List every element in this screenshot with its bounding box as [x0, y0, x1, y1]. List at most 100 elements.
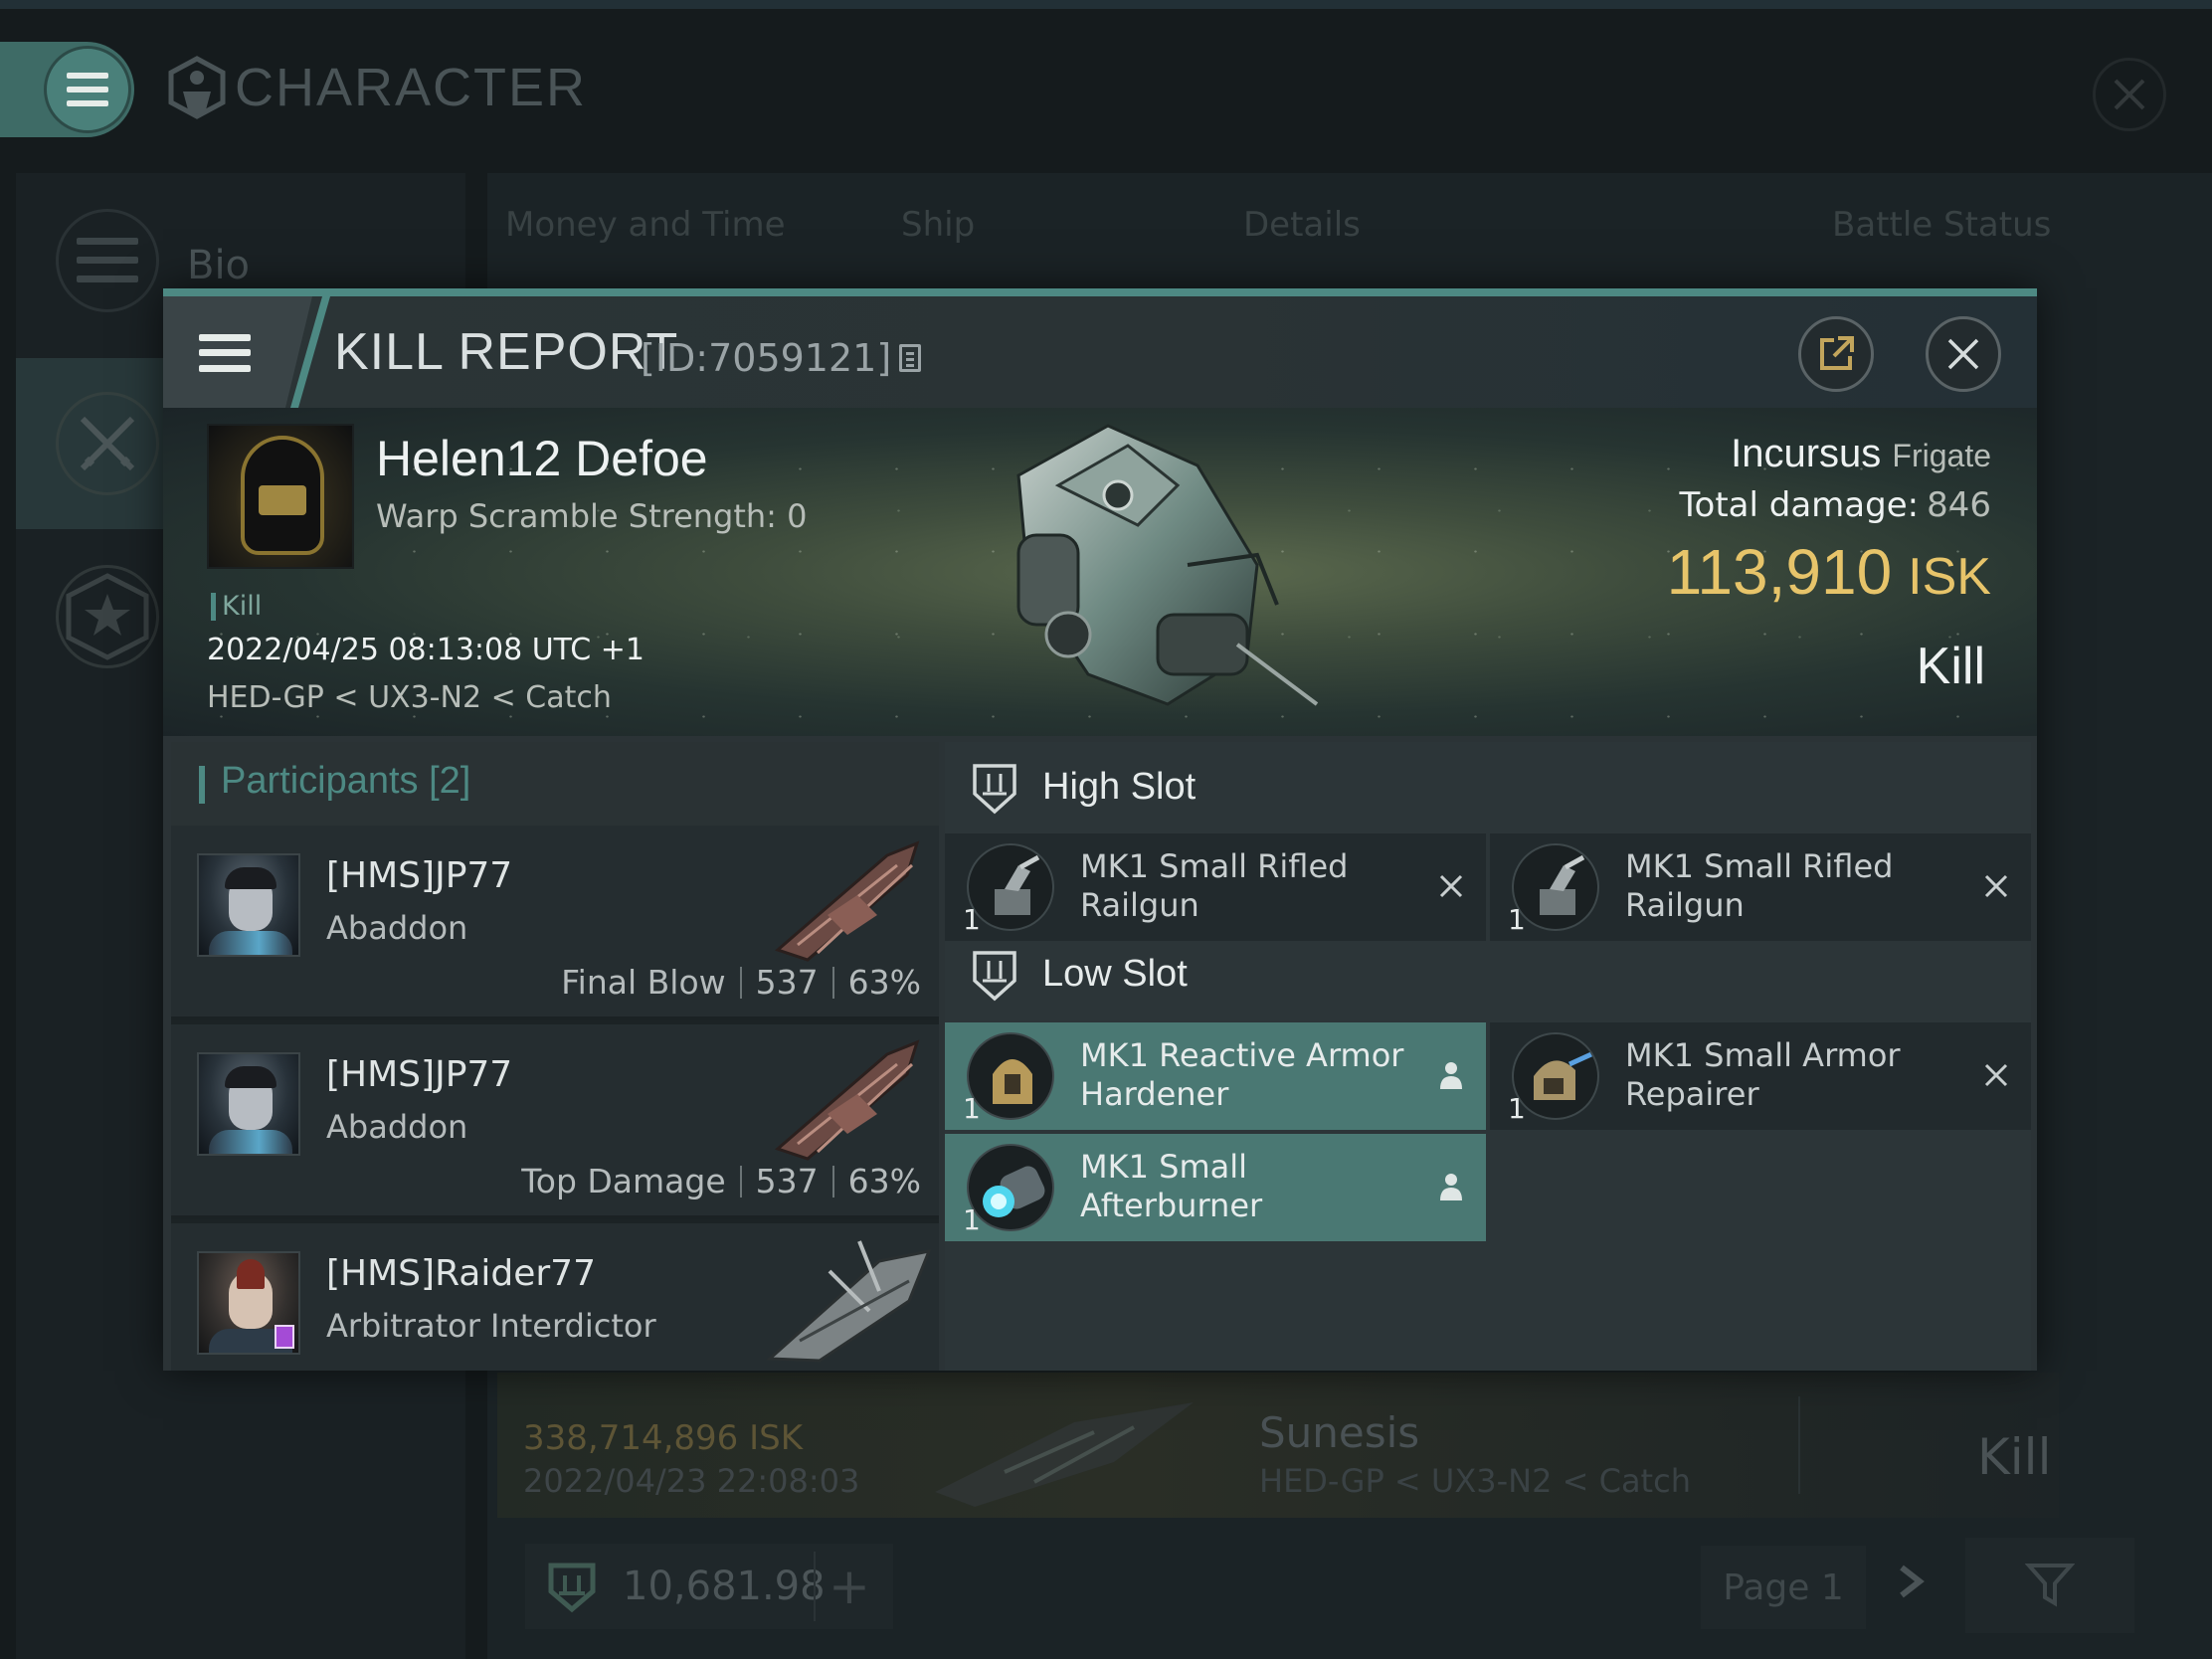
kill-datetime: 2022/04/25 08:13:08 UTC +1 — [207, 633, 645, 667]
tab-details[interactable]: Details — [1243, 205, 1361, 245]
module-slot[interactable]: 1 MK1 Small Afterburner — [945, 1134, 1486, 1241]
page-title-text: CHARACTER — [235, 58, 588, 117]
participant-row[interactable]: [HMS]Raider77 Arbitrator Interdictor — [171, 1223, 939, 1371]
participant-ship-image — [766, 1240, 932, 1363]
kill-report-id-text: [ID:7059121] — [641, 336, 892, 380]
module-name: MK1 Small Afterburner — [1080, 1148, 1263, 1224]
kill-row-ship: Sunesis — [1259, 1408, 1420, 1457]
participant-ship: Arbitrator Interdictor — [326, 1307, 656, 1345]
isk-unit: ISK — [1908, 548, 1991, 606]
kill-report-dialog: KILL REPORT [ID:7059121] Helen12 Defoe W… — [163, 288, 2037, 1371]
participant-name: [HMS]JP77 — [326, 1054, 513, 1095]
dropped-person-icon — [1434, 1170, 1468, 1203]
participants-header: Participants [2] — [171, 742, 939, 826]
module-name: MK1 Small Armor Repairer — [1625, 1036, 1901, 1113]
participant-row[interactable]: [HMS]JP77 Abaddon Final Blow 537 63% — [171, 826, 939, 1020]
page-title: CHARACTER — [167, 56, 588, 119]
divider — [1798, 1396, 1800, 1494]
module-name: MK1 Small Rifled Railgun — [1080, 847, 1349, 924]
victim-portrait[interactable] — [207, 424, 354, 569]
kill-row-result: Kill — [1977, 1428, 2052, 1486]
dropped-person-icon — [1434, 1058, 1468, 1092]
victim-ship: Incursus Frigate — [1731, 432, 1991, 476]
fitting-panel: High Slot 1 MK1 Small Rifled Railgun 1 M… — [945, 742, 2031, 1371]
participant-portrait[interactable] — [197, 1251, 300, 1355]
high-slot-icon — [973, 764, 1016, 815]
filter-button[interactable] — [1965, 1538, 2134, 1633]
kill-report-id[interactable]: [ID:7059121] — [641, 336, 922, 380]
victim-name[interactable]: Helen12 Defoe — [376, 430, 708, 487]
participant-ship: Abaddon — [326, 909, 468, 947]
module-slot[interactable]: 1 MK1 Small Armor Repairer — [1490, 1022, 2031, 1130]
tab-battle-status[interactable]: Battle Status — [1832, 205, 2051, 245]
character-icon — [168, 56, 226, 119]
kill-report-menu-button[interactable] — [163, 296, 312, 408]
low-slot-header: Low Slot — [945, 929, 2031, 1022]
close-icon — [2114, 79, 2145, 110]
hamburger-icon — [199, 334, 251, 372]
total-damage-label: Total damage: — [1679, 485, 1920, 525]
kill-row-ship-image — [935, 1402, 1194, 1507]
low-slot-icon — [973, 951, 1016, 1002]
tab-ship[interactable]: Ship — [901, 205, 975, 245]
bio-icon — [56, 209, 159, 312]
victim-ship-class: Frigate — [1892, 438, 1991, 473]
victim-banner: Helen12 Defoe Warp Scramble Strength: 0 … — [163, 408, 2037, 736]
high-slot-header: High Slot — [945, 742, 2031, 835]
high-slot-label: High Slot — [1042, 766, 1197, 808]
module-slot[interactable]: 1 MK1 Reactive Armor Hardener — [945, 1022, 1486, 1130]
kill-list-row[interactable]: 338,714,896 ISK 2022/04/23 22:08:03 Sune… — [497, 1373, 2059, 1518]
participant-role: Final Blow — [561, 963, 726, 1002]
kill-row-isk: 338,714,896 ISK — [523, 1418, 804, 1458]
module-slot[interactable]: 1 MK1 Small Rifled Railgun — [1490, 833, 2031, 941]
module-name: MK1 Small Rifled Railgun — [1625, 847, 1894, 924]
main-menu-circle — [44, 46, 131, 133]
victim-ship-name: Incursus — [1731, 432, 1882, 475]
wallet-balance: 10,681.98 + — [525, 1544, 893, 1629]
module-slot[interactable]: 1 MK1 Small Rifled Railgun — [945, 833, 1486, 941]
add-funds-button[interactable]: + — [814, 1552, 883, 1621]
isk-value: 113,910 ISK — [1667, 535, 1991, 609]
top-strip — [0, 0, 2212, 9]
participant-stats: Top Damage 537 63% — [521, 1162, 921, 1200]
participant-percent: 63% — [847, 963, 921, 1002]
main-menu-button[interactable] — [0, 42, 134, 137]
chevron-right-icon[interactable] — [1896, 1562, 1926, 1601]
participant-stats: Final Blow 537 63% — [561, 963, 921, 1002]
module-quantity: 1 — [963, 1092, 981, 1125]
module-name: MK1 Reactive Armor Hardener — [1080, 1036, 1404, 1113]
kill-location: HED-GP < UX3-N2 < Catch — [207, 680, 612, 715]
kill-row-location: HED-GP < UX3-N2 < Catch — [1259, 1462, 1691, 1500]
low-slot-label: Low Slot — [1042, 953, 1188, 995]
participant-name: [HMS]Raider77 — [326, 1253, 596, 1294]
participant-damage: 537 — [755, 1162, 819, 1200]
participant-ship: Abaddon — [326, 1108, 468, 1146]
participant-portrait[interactable] — [197, 1052, 300, 1156]
faction-badge — [275, 1325, 294, 1349]
tab-bar: Money and Time Ship Details Battle Statu… — [487, 189, 2212, 261]
close-button[interactable] — [1926, 316, 2001, 392]
isk-shield-icon — [548, 1563, 596, 1613]
crossed-swords-icon — [56, 392, 159, 495]
module-quantity: 1 — [963, 1203, 981, 1236]
participants-count: [2] — [429, 760, 471, 802]
destroyed-x-icon — [1434, 869, 1468, 903]
kill-report-header: KILL REPORT [ID:7059121] — [163, 296, 2037, 408]
close-icon — [1947, 338, 1979, 370]
participant-role: Top Damage — [521, 1162, 726, 1200]
participant-row[interactable]: [HMS]JP77 Abaddon Top Damage 537 63% — [171, 1024, 939, 1219]
kill-report-title: KILL REPORT — [334, 323, 679, 381]
sidebar-item-label: Bio — [187, 243, 251, 288]
copy-icon[interactable] — [899, 344, 922, 372]
participants-panel: Participants [2] [HMS]JP77 Abaddon Final… — [171, 742, 939, 1371]
warp-scramble-strength: Warp Scramble Strength: 0 — [376, 497, 808, 535]
share-button[interactable] — [1798, 316, 1874, 392]
tab-money-and-time[interactable]: Money and Time — [505, 205, 786, 245]
total-damage-value: 846 — [1927, 485, 1991, 525]
participant-percent: 63% — [847, 1162, 921, 1200]
filter-icon — [2025, 1564, 2075, 1607]
page-close-button[interactable] — [2093, 58, 2166, 131]
participant-portrait[interactable] — [197, 853, 300, 957]
share-icon — [1820, 336, 1854, 370]
footer-bar: 10,681.98 + Page 1 — [497, 1532, 2134, 1641]
